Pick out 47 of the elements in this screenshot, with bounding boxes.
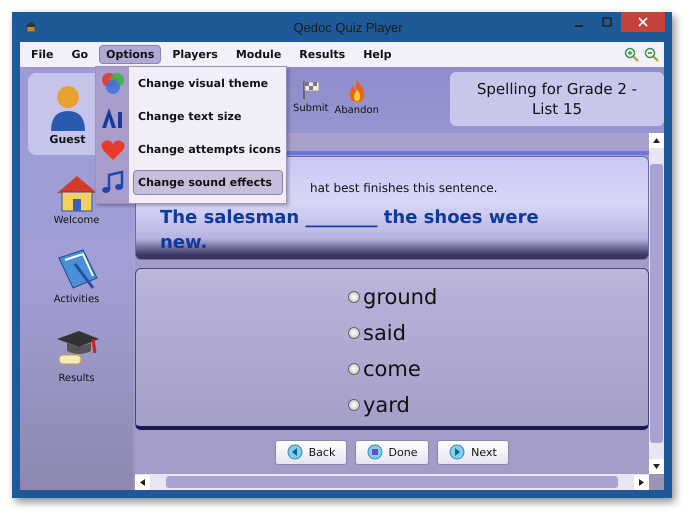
answer-option[interactable]: come (348, 355, 648, 383)
scroll-right-icon[interactable] (634, 474, 649, 490)
zoom-in-icon[interactable] (624, 46, 640, 62)
horizontal-scrollbar[interactable] (135, 474, 649, 490)
menu-option[interactable]: Change text size (133, 104, 283, 129)
nav-button[interactable]: Next (437, 440, 509, 464)
toolbar-button[interactable]: Submit (291, 79, 330, 116)
answer-option[interactable]: said (348, 319, 648, 347)
radio-button[interactable] (348, 363, 360, 375)
menu-item[interactable]: Help (356, 45, 398, 64)
menu-option[interactable]: Change visual theme (133, 71, 283, 96)
menu-item[interactable]: Module (228, 45, 288, 64)
question-sentence: The salesman ________ the shoes were new. (160, 206, 540, 255)
menu-item[interactable]: File (24, 45, 61, 64)
nav-button[interactable]: Done (355, 440, 429, 464)
question-instruction: hat best finishes this sentence. (310, 181, 498, 195)
menu-item[interactable]: Players (165, 45, 225, 64)
scroll-down-icon[interactable] (649, 459, 664, 474)
close-icon (638, 17, 648, 27)
minimize-icon (574, 25, 584, 27)
sidebar-item[interactable]: Activities (48, 244, 104, 309)
color-circles-icon (100, 70, 126, 96)
toolbar-button[interactable]: Abandon (332, 79, 381, 116)
music-note-icon (100, 170, 126, 196)
menu-item[interactable]: Results (292, 45, 352, 64)
menu-option[interactable]: Change attempts icons (133, 137, 283, 162)
nav-button[interactable]: Back (275, 440, 347, 464)
heart-icon (100, 138, 126, 162)
menu-item[interactable]: Go (64, 45, 96, 64)
scroll-up-icon[interactable] (649, 133, 664, 148)
answer-option[interactable]: yard (348, 391, 648, 419)
radio-button[interactable] (348, 291, 360, 303)
app-icon (24, 20, 38, 34)
maximize-icon (602, 17, 612, 27)
radio-button[interactable] (348, 399, 360, 411)
window-title: Qedoc Quiz Player (293, 20, 403, 34)
vertical-scrollbar[interactable] (649, 133, 664, 474)
module-title: Spelling for Grade 2 - List 15 (450, 72, 664, 126)
close-button[interactable] (621, 12, 665, 32)
menu-option[interactable]: Change sound effects (133, 170, 283, 195)
menu-item[interactable]: Options (99, 45, 162, 64)
zoom-out-icon[interactable] (644, 46, 660, 62)
scroll-left-icon[interactable] (135, 474, 150, 490)
answer-option[interactable]: ground (348, 283, 648, 311)
radio-button[interactable] (348, 327, 360, 339)
sidebar-item[interactable]: Results (48, 323, 104, 388)
player-name: Guest (49, 132, 86, 146)
